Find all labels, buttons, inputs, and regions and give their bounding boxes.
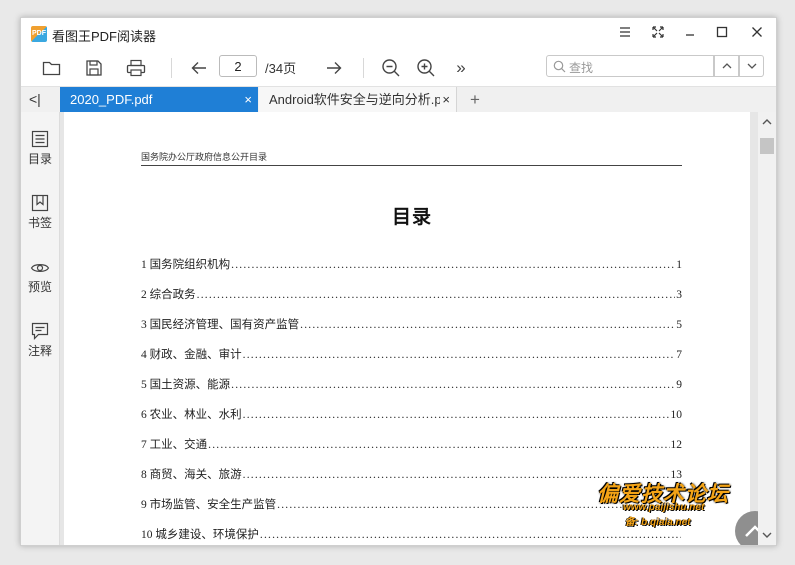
tab-bar: <| 2020_PDF.pdf × Android软件安全与逆向分析.pc × … [21,86,776,113]
page-total: /34页 [265,61,297,76]
more-tools-button[interactable]: » [448,55,474,81]
fullscreen-icon[interactable] [647,24,669,44]
zoom-in-icon[interactable] [413,55,439,81]
tab-label: Android软件安全与逆向分析.pc [269,92,449,107]
sidebar-item-label: 注释 [27,344,52,358]
eye-icon [30,264,50,272]
sidebar-item-annotation[interactable]: 注释 [21,322,59,359]
sidebar-item-preview[interactable]: 预览 [21,260,59,295]
sidebar-item-label: 预览 [27,280,52,294]
sidebar-item-toc[interactable]: 目录 [21,130,59,167]
tab-close-icon[interactable]: × [244,87,252,112]
zoom-out-icon[interactable] [378,55,404,81]
collapse-sidebar-button[interactable]: <| [29,87,55,112]
tab-label: 2020_PDF.pdf [70,92,153,107]
open-folder-icon[interactable] [39,55,65,81]
app-window: PDF 看图王PDF阅读器 2 /34页 » 查找 <| 2020_PDF.pd… [20,17,777,546]
toc-icon [31,130,49,148]
print-icon[interactable] [123,55,149,81]
minimize-icon[interactable] [679,24,701,44]
comment-icon [31,322,49,340]
toc-entry[interactable]: 5 国土资源、能源9 [141,376,682,394]
toc-entry[interactable]: 10 城乡建设、环境保护 [141,526,682,544]
page-number-input[interactable]: 2 [219,55,257,77]
search-placeholder: 查找 [569,61,594,75]
watermark: 偏爱技术论坛 www.paijishu.net 备: b.qiaia.net [597,478,755,528]
toolbar-divider [363,58,364,78]
search-prev-button[interactable] [714,55,739,77]
vertical-scrollbar[interactable] [758,112,776,545]
bookmark-icon [31,194,49,212]
sidebar-item-bookmark[interactable]: 书签 [21,194,59,231]
chevron-down-icon [747,63,756,69]
chevron-up-icon [722,63,731,69]
add-tab-button[interactable]: + [465,87,485,112]
toc-entry[interactable]: 1 国务院组织机构1 [141,256,682,274]
save-icon[interactable] [81,55,107,81]
scroll-up-icon[interactable] [762,118,772,126]
maximize-icon[interactable] [711,24,733,44]
watermark-url: www.paijishu.net [623,502,705,513]
search-input[interactable]: 查找 [546,55,714,77]
toc-entry[interactable]: 7 工业、交通12 [141,436,682,454]
tab-2020-pdf[interactable]: 2020_PDF.pdf × [60,87,258,112]
menu-icon[interactable] [614,24,636,44]
header-rule [141,165,682,166]
tab-close-icon[interactable]: × [440,87,450,112]
toc-entry[interactable]: 3 国民经济管理、国有资产监管5 [141,316,682,334]
document-title: 目录 [391,207,432,228]
chevron-up-icon [745,525,758,537]
search-icon [553,60,566,73]
scroll-down-icon[interactable] [762,531,772,539]
toolbar: 2 /34页 » 查找 [21,50,776,86]
search-next-button[interactable] [739,55,764,77]
sidebar-item-label: 目录 [27,152,52,166]
title-bar: PDF 看图王PDF阅读器 [21,18,776,50]
watermark-sub: 备: b.qiaia.net [625,517,691,528]
scrollbar-thumb[interactable] [760,138,774,154]
toolbar-divider [171,58,172,78]
sidebar: 目录 书签 预览 注释 [21,112,60,545]
toc-entry[interactable]: 4 财政、金融、审计7 [141,346,682,364]
page-header: 国务院办公厅政府信息公开目录 [141,152,268,162]
app-logo: PDF [31,26,47,42]
toc-entry[interactable]: 2 综合政务3 [141,286,682,304]
close-icon[interactable] [746,24,768,44]
tab-android-pdf[interactable]: Android软件安全与逆向分析.pc × [259,87,457,112]
prev-page-icon[interactable] [186,55,212,81]
next-page-icon[interactable] [321,55,347,81]
app-title: 看图王PDF阅读器 [52,29,157,44]
sidebar-item-label: 书签 [27,216,52,230]
toc-entry[interactable]: 6 农业、林业、水利10 [141,406,682,424]
